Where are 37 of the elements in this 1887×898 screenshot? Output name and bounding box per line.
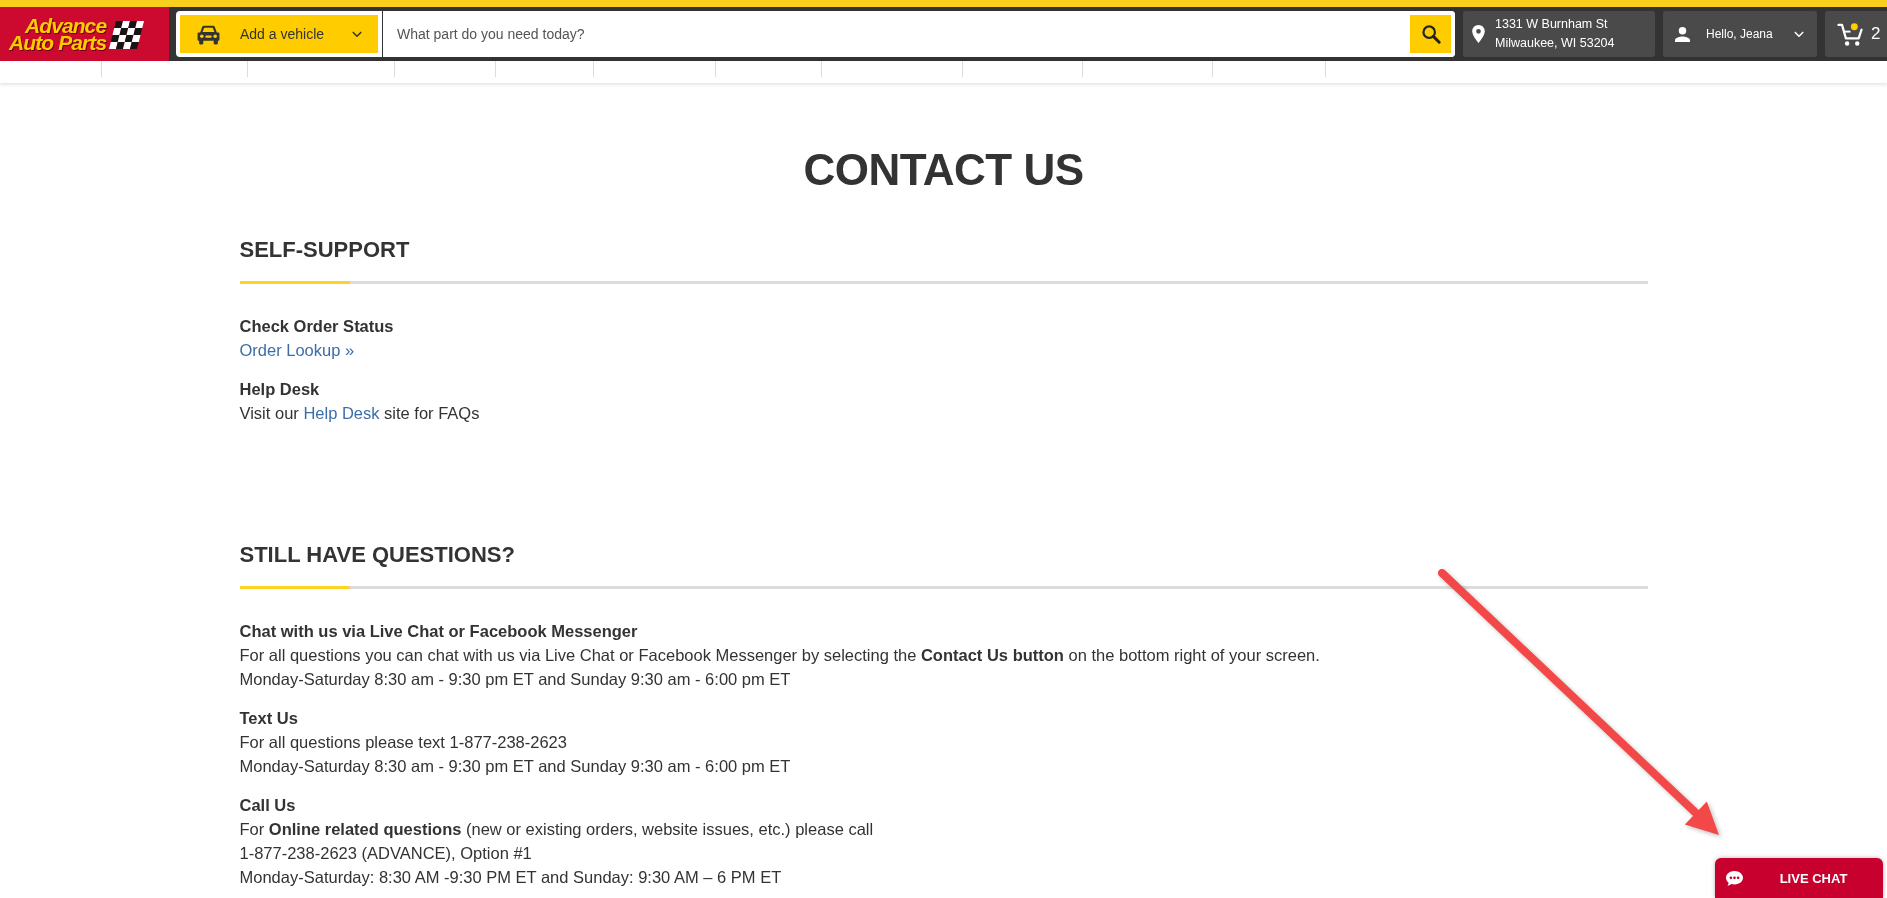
search-field[interactable]: What part do you need today? — [383, 11, 1410, 57]
account-button[interactable]: Hello, Jeana — [1663, 11, 1817, 57]
store-location-button[interactable]: 1331 W Burnham St Milwaukee, WI 53204 — [1463, 11, 1655, 57]
item-heading: Chat with us via Live Chat or Facebook Messenger — [239, 621, 639, 642]
page-title: CONTACT US — [802, 144, 1085, 196]
logo-text: Auto Parts — [9, 34, 107, 51]
text-link[interactable]: Order Lookup » — [239, 341, 355, 359]
person-icon — [1675, 26, 1690, 42]
section-heading: SELF-SUPPORT — [239, 236, 411, 264]
checkered-flag-icon — [108, 18, 145, 50]
chevron-down-icon — [1794, 30, 1804, 38]
search-button[interactable] — [1410, 11, 1455, 57]
body-text: Visit our Help Desk site for FAQs — [239, 403, 481, 424]
vehicle-button[interactable]: Add a vehicle — [176, 11, 382, 57]
body-text: For all questions you can chat with us via Live Chat or Facebook Messenger by selecting the Contact Us button on the bottom right of your screen. — [239, 645, 1321, 666]
body-text: Monday-Saturday 8:30 am - 9:30 pm ET and Sunday 9:30 am - 6:00 pm ET — [239, 756, 792, 777]
brand-logo[interactable]: Advance Auto Parts — [0, 7, 169, 61]
body-text: 1-877-238-2623 (ADVANCE), Option #1 — [239, 843, 533, 864]
chevron-down-icon — [352, 30, 362, 38]
item-heading: Help Desk — [239, 379, 321, 400]
body-text: Monday-Saturday 8:30 am - 9:30 pm ET and Sunday 9:30 am - 6:00 pm ET — [239, 669, 792, 690]
chat-bubble-icon — [1725, 869, 1744, 887]
item-heading: Text Us — [239, 708, 299, 729]
section-heading: STILL HAVE QUESTIONS? — [239, 541, 516, 569]
car-icon — [196, 23, 221, 45]
live-chat-button[interactable]: LIVE CHAT — [1715, 858, 1883, 898]
item-heading: Check Order Status — [239, 316, 395, 337]
logo-text: Advance — [24, 17, 107, 34]
cart-icon — [1837, 21, 1864, 47]
cart-button[interactable]: 2 — [1825, 11, 1887, 57]
body-text: Monday-Saturday: 8:30 AM -9:30 PM ET and Sunday: 9:30 AM – 6 PM ET — [239, 867, 783, 888]
search-icon — [1420, 24, 1441, 44]
map-pin-icon — [1472, 25, 1485, 43]
text-link[interactable]: Help Desk — [303, 404, 380, 422]
item-heading: Call Us — [239, 795, 297, 816]
body-text: For all questions please text 1-877-238-2623 — [239, 732, 568, 753]
body-text: For Online related questions (new or existing orders, website issues, etc.) please call — [239, 819, 875, 840]
